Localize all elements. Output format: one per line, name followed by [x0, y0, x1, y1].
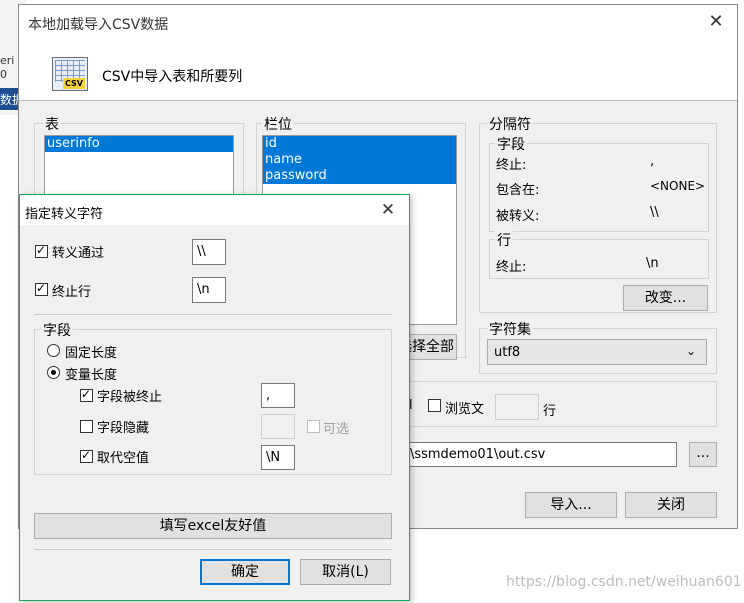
watermark: https://blog.csdn.net/weihuan601	[506, 574, 742, 590]
separator	[34, 549, 392, 550]
import-button[interactable]: 导入...	[525, 492, 617, 518]
close-button[interactable]: 关闭	[625, 492, 717, 518]
line-subgroup-label: 行	[495, 230, 513, 250]
chevron-down-icon: ⌄	[686, 344, 697, 358]
close-icon[interactable]: ✕	[376, 198, 400, 222]
field-enclosed-value: <NONE>	[650, 179, 706, 193]
skip-rows-field[interactable]	[495, 394, 539, 420]
field-enclosed-label: 包含在:	[496, 183, 540, 198]
title-bar: 指定转义字符 ✕	[20, 195, 409, 225]
variable-length-radio[interactable]	[47, 366, 60, 379]
field-group-label: 字段	[41, 320, 73, 340]
charset-group-label: 字符集	[487, 319, 533, 339]
title-bar: 本地加载导入CSV数据 ✕	[19, 5, 737, 39]
background-text: 0	[0, 68, 7, 81]
fixed-length-radio[interactable]	[47, 344, 60, 357]
dialog-title: 指定转义字符	[25, 207, 104, 222]
line-terminated-value: \n	[646, 256, 659, 271]
field-escaped-label: 被转义:	[496, 209, 540, 224]
skip-rows-suffix: 行	[543, 404, 557, 419]
optional-label: 可选	[323, 422, 350, 437]
escaped-by-label: 转义通过	[52, 246, 105, 261]
header-title: CSV中导入表和所要列	[102, 69, 243, 85]
replace-null-checkbox[interactable]	[80, 448, 93, 463]
field-terminated-checkbox[interactable]	[80, 387, 93, 402]
field-enclosed-field[interactable]	[261, 414, 295, 439]
dialog-header: CSV CSV中导入表和所要列	[19, 39, 737, 101]
field-terminated-value: ,	[650, 154, 655, 169]
list-item[interactable]: id	[263, 136, 456, 152]
list-item[interactable]: password	[263, 168, 456, 184]
background-text: eri	[0, 54, 15, 67]
list-item[interactable]: userinfo	[45, 136, 233, 152]
browse-checkbox[interactable]	[428, 399, 441, 412]
line-terminated-label: 终止:	[496, 260, 527, 275]
fixed-length-label: 固定长度	[65, 346, 118, 361]
escaped-by-checkbox[interactable]	[35, 243, 48, 258]
columns-group-label: 栏位	[262, 114, 294, 134]
line-terminated-checkbox[interactable]	[35, 281, 48, 296]
escape-character-dialog: 指定转义字符 ✕ 转义通过 \\ 终止行 \n 字段 固定长度 变量长度 字段被…	[19, 194, 410, 601]
charset-select[interactable]: utf8 ⌄	[487, 339, 707, 365]
csv-table-icon: CSV	[52, 57, 88, 91]
field-escaped-value: \\	[650, 205, 659, 220]
escaped-by-field[interactable]: \\	[192, 239, 226, 265]
field-terminated-label: 终止:	[496, 158, 527, 173]
table-group-label: 表	[43, 114, 61, 134]
variable-length-label: 变量长度	[65, 368, 118, 383]
field-enclosed-checkbox[interactable]	[80, 420, 93, 433]
dialog-title: 本地加载导入CSV数据	[28, 17, 169, 33]
close-icon[interactable]: ✕	[703, 11, 729, 33]
charset-value: utf8	[494, 345, 521, 360]
replace-null-field[interactable]: \N	[261, 445, 295, 470]
browse-label: 浏览文	[445, 402, 485, 417]
browse-file-button[interactable]: ...	[689, 442, 717, 467]
delimiter-group-label: 分隔符	[487, 114, 533, 134]
field-enclosed-label: 字段隐藏	[97, 421, 150, 436]
file-path-field[interactable]: o\ssmdemo01\out.csv	[399, 442, 677, 467]
field-subgroup-label: 字段	[495, 134, 527, 154]
cancel-button[interactable]: 取消(L)	[300, 559, 391, 585]
change-delimiter-button[interactable]: 改变...	[623, 285, 708, 311]
line-terminated-label: 终止行	[52, 285, 92, 300]
optional-checkbox[interactable]	[307, 420, 320, 433]
replace-null-label: 取代空值	[97, 451, 150, 466]
ok-button[interactable]: 确定	[200, 559, 290, 585]
field-terminated-field[interactable]: ,	[261, 383, 295, 408]
csv-icon-tag: CSV	[63, 78, 85, 89]
list-item[interactable]: name	[263, 152, 456, 168]
field-terminated-label: 字段被终止	[97, 390, 163, 405]
separator	[34, 314, 392, 315]
line-terminated-field[interactable]: \n	[192, 277, 226, 303]
excel-friendly-button[interactable]: 填写excel友好值	[34, 513, 392, 539]
